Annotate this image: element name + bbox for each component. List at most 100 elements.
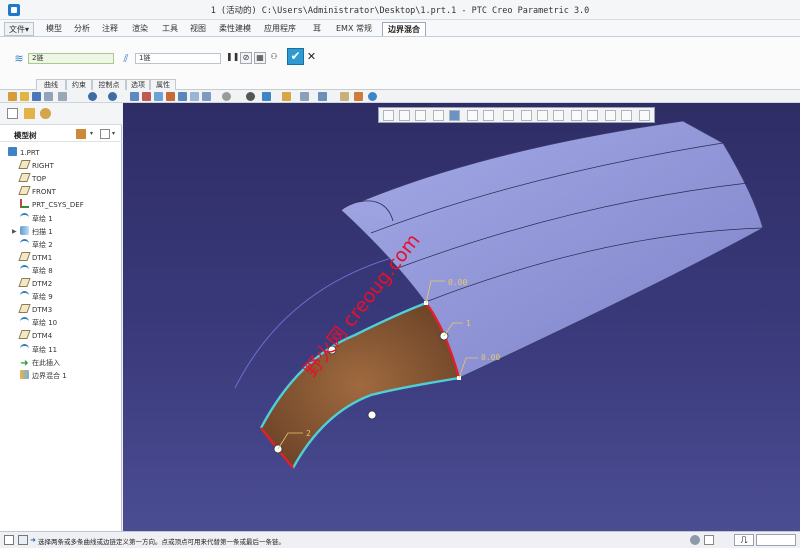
verify-glasses-icon[interactable]: ⚇ bbox=[268, 52, 280, 64]
appearance-icon[interactable] bbox=[246, 92, 255, 101]
boundary-blend-preview[interactable] bbox=[261, 303, 459, 468]
filter-dropdown[interactable] bbox=[756, 534, 796, 546]
select-box-icon[interactable] bbox=[704, 535, 714, 545]
datum-display-icon[interactable] bbox=[282, 92, 291, 101]
zoom-in-icon[interactable] bbox=[399, 110, 410, 121]
subtab-properties[interactable]: 属性 bbox=[150, 79, 176, 90]
repaint-view-icon[interactable] bbox=[433, 110, 444, 121]
chevron-down-icon[interactable]: ▾ bbox=[112, 130, 115, 137]
axis-display-icon[interactable] bbox=[521, 110, 532, 121]
point-tag-display-icon[interactable] bbox=[605, 110, 616, 121]
first-direction-collector[interactable]: 2链 bbox=[28, 53, 114, 64]
curve-tool-icon[interactable] bbox=[368, 92, 377, 101]
tab-view[interactable]: 视图 bbox=[184, 22, 212, 36]
csys-display-icon[interactable] bbox=[553, 110, 564, 121]
tab-boundary-blend[interactable]: 边界混合 bbox=[382, 22, 426, 36]
no-preview-icon[interactable]: ⊘ bbox=[240, 52, 252, 64]
toggle-browser-icon[interactable] bbox=[18, 535, 28, 545]
csys-tag-display-icon[interactable] bbox=[621, 110, 632, 121]
tree-settings-icon[interactable] bbox=[100, 129, 110, 139]
tree-item[interactable]: 扫描 1 bbox=[20, 225, 53, 238]
plane-tool-icon[interactable] bbox=[142, 92, 151, 101]
tree-item[interactable]: TOP bbox=[18, 173, 46, 185]
tab-render[interactable]: 渲染 bbox=[124, 22, 156, 36]
tab-analysis[interactable]: 分析 bbox=[68, 22, 96, 36]
cancel-button[interactable]: ✕ bbox=[306, 50, 317, 63]
tree-item[interactable]: 草绘 9 bbox=[20, 291, 53, 303]
print-icon[interactable] bbox=[44, 92, 53, 101]
paste-icon[interactable] bbox=[340, 92, 349, 101]
view-manager-view-icon[interactable] bbox=[483, 110, 494, 121]
label-one[interactable]: 1 bbox=[466, 319, 471, 328]
tree-item[interactable]: 草绘 2 bbox=[20, 238, 53, 251]
view-manager-icon[interactable] bbox=[300, 92, 309, 101]
tab-tools[interactable]: 工具 bbox=[156, 22, 184, 36]
saved-orientations-icon[interactable] bbox=[467, 110, 478, 121]
subtab-curves[interactable]: 曲线 bbox=[36, 79, 66, 90]
expand-arrow-icon[interactable]: ▶ bbox=[12, 228, 17, 235]
model-canvas[interactable]: 0.00 1 0.00 2 野火网 creoug.com bbox=[123, 103, 800, 531]
tree-item[interactable]: 边界混合 1 bbox=[20, 369, 67, 382]
file-menu[interactable]: 文件▾ bbox=[4, 22, 34, 36]
second-direction-collector[interactable]: 1链 bbox=[135, 53, 221, 64]
zoom-fit-icon[interactable] bbox=[190, 92, 199, 101]
tree-item[interactable]: FRONT bbox=[18, 186, 56, 198]
saved-views-icon[interactable] bbox=[262, 92, 271, 101]
tree-item[interactable]: DTM2 bbox=[18, 278, 52, 290]
sketch-tool-icon[interactable] bbox=[130, 92, 139, 101]
repaint-icon[interactable] bbox=[202, 92, 211, 101]
tree-item[interactable]: RIGHT bbox=[18, 160, 54, 172]
new-file-icon[interactable] bbox=[8, 92, 17, 101]
tree-item[interactable]: PRT_CSYS_DEF bbox=[20, 199, 84, 211]
selection-filter[interactable]: 几 bbox=[734, 534, 754, 546]
open-file-icon[interactable] bbox=[20, 92, 29, 101]
graphics-window[interactable]: 0.00 1 0.00 2 野火网 creoug.com bbox=[123, 103, 800, 531]
tab-applications[interactable]: 应用程序 bbox=[258, 22, 302, 36]
refit-icon[interactable] bbox=[383, 110, 394, 121]
regen-status-icon[interactable] bbox=[690, 535, 700, 545]
save-icon[interactable] bbox=[32, 92, 41, 101]
ok-button[interactable]: ✔ bbox=[287, 48, 304, 65]
point-tool-icon[interactable] bbox=[166, 92, 175, 101]
plane-display-icon[interactable] bbox=[503, 110, 514, 121]
undo-icon[interactable] bbox=[88, 92, 97, 101]
subtab-constraints[interactable]: 约束 bbox=[66, 79, 92, 90]
top-constraint-label[interactable]: 0.00 bbox=[448, 278, 467, 287]
display-style-view-icon[interactable] bbox=[449, 110, 460, 121]
tree-item[interactable]: DTM3 bbox=[18, 304, 52, 316]
copy-icon[interactable] bbox=[318, 92, 327, 101]
pause-icon[interactable]: ❚❚ bbox=[226, 52, 239, 64]
right-constraint-label[interactable]: 0.00 bbox=[481, 353, 500, 362]
spin-center-icon[interactable] bbox=[571, 110, 582, 121]
folder-browser-tab-icon[interactable] bbox=[24, 108, 35, 119]
favorites-tab-icon[interactable] bbox=[40, 108, 51, 119]
tab-model[interactable]: 模型 bbox=[40, 22, 68, 36]
tab-annotate[interactable]: 注释 bbox=[96, 22, 124, 36]
subtab-options[interactable]: 选项 bbox=[126, 79, 150, 90]
chevron-down-icon[interactable]: ▾ bbox=[90, 130, 93, 137]
model-tree-tab-icon[interactable] bbox=[7, 108, 18, 119]
tree-item[interactable]: 1.PRT bbox=[8, 147, 40, 159]
toggle-navigator-icon[interactable] bbox=[4, 535, 14, 545]
display-style-icon[interactable] bbox=[222, 92, 231, 101]
label-two[interactable]: 2 bbox=[306, 429, 311, 438]
tree-item[interactable]: ➜ 在此插入 bbox=[20, 357, 60, 369]
tree-item[interactable]: 草绘 1 bbox=[20, 212, 53, 225]
subtab-control-points[interactable]: 控制点 bbox=[92, 79, 126, 90]
regenerate-icon[interactable] bbox=[58, 92, 67, 101]
axis-tool-icon[interactable] bbox=[154, 92, 163, 101]
preview-geometry-icon[interactable]: ▦ bbox=[254, 52, 266, 64]
constraint-handle[interactable] bbox=[367, 410, 377, 420]
tree-item[interactable]: 草绘 10 bbox=[20, 317, 57, 329]
zoom-out-icon[interactable] bbox=[415, 110, 426, 121]
tree-item[interactable]: 草绘 8 bbox=[20, 264, 53, 277]
tree-item[interactable]: DTM1 bbox=[18, 251, 52, 264]
redo-icon[interactable] bbox=[108, 92, 117, 101]
tab-ear[interactable]: 耳 bbox=[302, 22, 332, 36]
tab-emx[interactable]: EMX 常规 bbox=[332, 22, 376, 36]
csys-tool-icon[interactable] bbox=[178, 92, 187, 101]
tab-flexible-modeling[interactable]: 柔性建模 bbox=[212, 22, 258, 36]
tree-filter-icon[interactable] bbox=[76, 129, 86, 139]
annotations-toggle-icon[interactable] bbox=[639, 110, 650, 121]
paste-special-icon[interactable] bbox=[354, 92, 363, 101]
